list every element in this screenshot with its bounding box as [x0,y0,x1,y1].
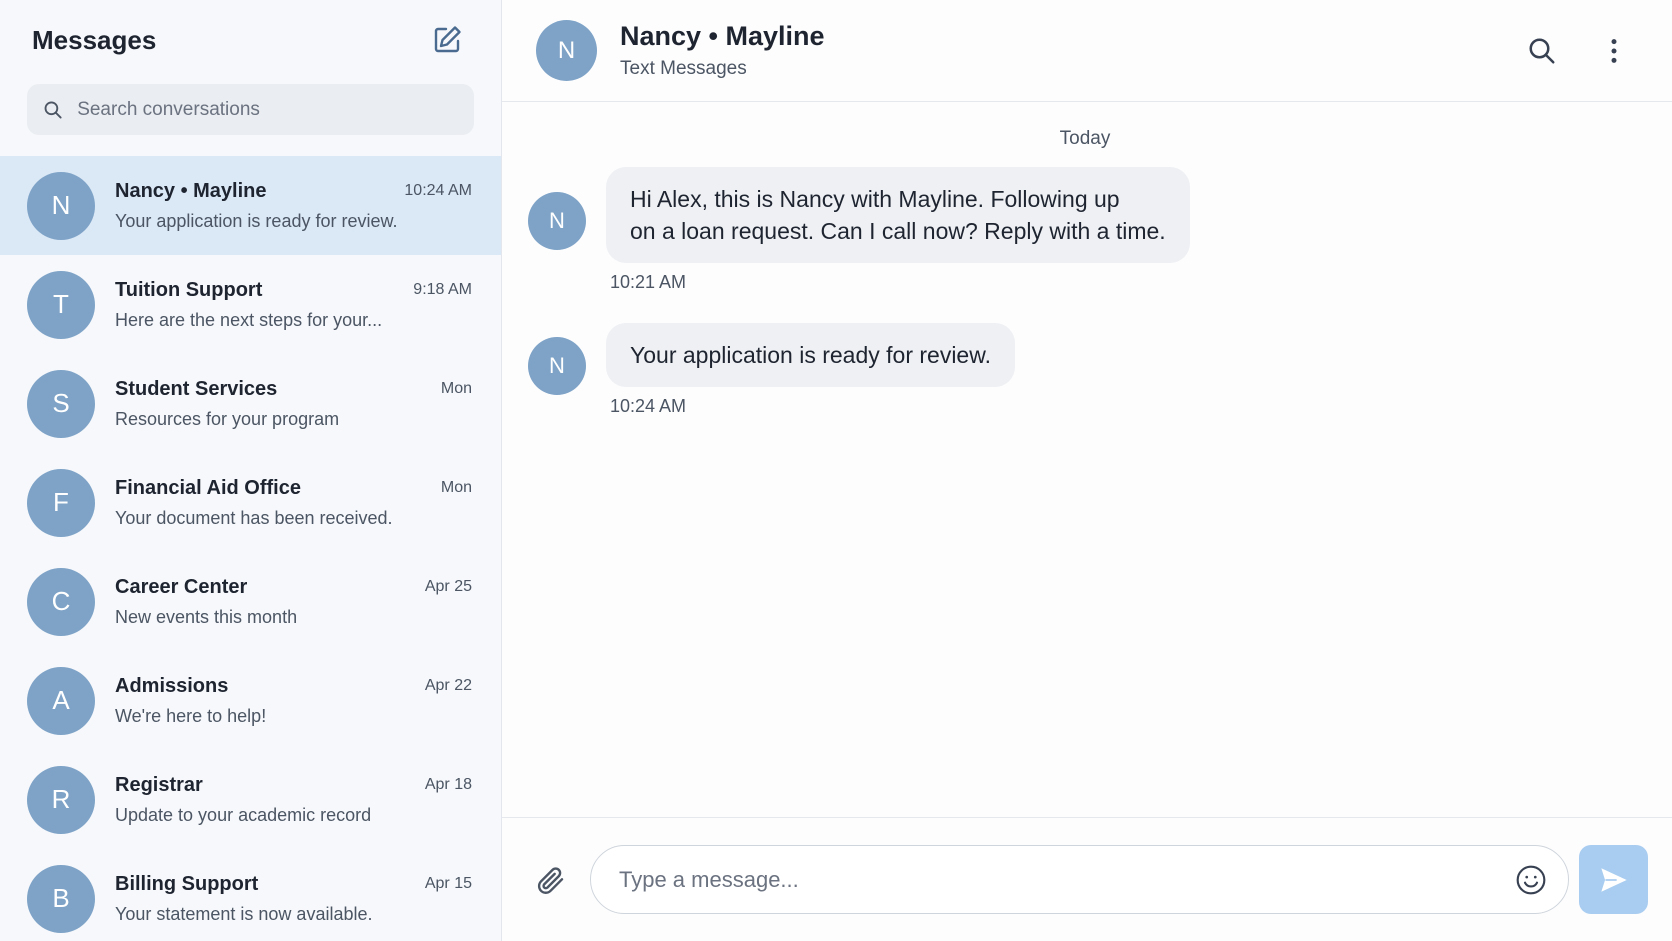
conversation-item-nancy-mayline[interactable]: N Nancy • Mayline 10:24 AM Your applicat… [0,156,501,255]
avatar: R [27,765,95,834]
avatar: T [27,270,95,339]
message-input-box[interactable] [590,845,1569,914]
conversation-body: Financial Aid Office Mon Your document h… [115,477,472,529]
conversation-snippet: We're here to help! [115,705,267,726]
conversation-body: Student Services Mon Resources for your … [115,378,472,430]
message-row: N Your application is ready for review. … [528,323,1642,417]
search-wrapper [0,80,501,156]
conversation-name: Billing Support [115,872,259,895]
search-icon [44,101,62,118]
conversation-item-financial-aid-office[interactable]: F Financial Aid Office Mon Your document… [0,453,501,552]
message-composer [502,817,1672,941]
avatar: B [27,864,95,933]
conversation-time: Mon [440,479,472,496]
conversation-body: Tuition Support 9:18 AM Here are the nex… [115,279,472,331]
conversation-item-admissions[interactable]: A Admissions Apr 22 We're here to help! [0,651,501,750]
messages-app: Messages N Nan [0,0,1672,941]
avatar: C [27,567,95,636]
message-avatar: N [528,337,586,395]
conversation-name: Career Center [115,575,248,598]
more-options-button[interactable] [1596,33,1632,69]
conversation-time: 9:18 AM [413,281,472,298]
message-time: 10:21 AM [610,272,687,292]
avatar: F [27,468,95,537]
chat-header: N Nancy • Mayline Text Messages [502,0,1672,102]
conversation-item-career-center[interactable]: C Career Center Apr 25 New events this m… [0,552,501,651]
conversation-snippet: Resources for your program [115,408,340,429]
conversation-snippet: Your statement is now available. [115,903,373,924]
conversation-body: Registrar Apr 18 Update to your academic… [115,774,472,826]
conversation-time: Apr 18 [424,776,472,793]
conversation-item-billing-support[interactable]: B Billing Support Apr 15 Your statement … [0,849,501,941]
sidebar-header: Messages [0,0,501,80]
paperclip-icon [537,866,564,894]
compose-icon [434,26,461,53]
search-box[interactable] [27,84,474,135]
day-separator: Today [1059,128,1111,149]
emoji-button[interactable] [1514,863,1548,897]
message-input[interactable] [619,866,1514,893]
avatar: N [27,171,95,240]
sidebar-title: Messages [32,24,157,55]
avatar: S [27,369,95,438]
conversation-name: Student Services [115,377,278,400]
conversation-body: Career Center Apr 25 New events this mon… [115,576,472,628]
search-input[interactable] [77,98,458,121]
conversation-time: Apr 22 [424,677,472,694]
send-button[interactable] [1579,845,1648,914]
message-time: 10:24 AM [610,396,687,416]
conversation-item-registrar[interactable]: R Registrar Apr 18 Update to your academ… [0,750,501,849]
message-text-line: Hi Alex, this is Nancy with Mayline. Fol… [630,186,1120,212]
chat-contact-subtitle: Text Messages [620,58,747,79]
compose-button[interactable] [429,22,465,58]
message-text-line: on a loan request. Can I call now? Reply… [630,218,1166,244]
conversation-list: N Nancy • Mayline 10:24 AM Your applicat… [0,156,501,941]
chat-header-actions [1524,33,1632,69]
message-thread: Today N Hi Alex, this is Nancy with Mayl… [502,102,1672,817]
search-icon [1529,38,1555,63]
conversation-body: Billing Support Apr 15 Your statement is… [115,873,472,925]
sidebar: Messages N Nan [0,0,502,941]
conversation-snippet: Here are the next steps for your... [115,309,383,330]
chat-header-avatar: N [536,20,597,81]
more-vertical-icon [1611,38,1617,63]
avatar: A [27,666,95,735]
message-text: Your application is ready for review. [630,342,991,368]
smiley-icon [1516,865,1546,894]
conversation-name: Tuition Support [115,278,263,301]
conversation-snippet: New events this month [115,606,298,627]
conversation-snippet: Your document has been received. [115,507,393,528]
message-bubble[interactable]: Your application is ready for review. [606,323,1015,387]
chat-header-text: Nancy • Mayline Text Messages [620,21,1524,80]
conversation-time: Mon [440,380,472,397]
conversation-name: Nancy • Mayline [115,179,267,202]
send-icon [1600,867,1627,892]
conversation-time: 10:24 AM [404,182,472,199]
chat-contact-name: Nancy • Mayline [620,21,825,51]
conversation-body: Nancy • Mayline 10:24 AM Your applicatio… [115,180,472,232]
conversation-name: Financial Aid Office [115,476,301,499]
conversation-item-student-services[interactable]: S Student Services Mon Resources for you… [0,354,501,453]
message-bubble[interactable]: Hi Alex, this is Nancy with Mayline. Fol… [606,167,1190,263]
chat-search-button[interactable] [1524,33,1560,69]
conversation-snippet: Update to your academic record [115,804,372,825]
conversation-time: Apr 25 [424,578,472,595]
message-row: N Hi Alex, this is Nancy with Mayline. F… [528,167,1642,293]
attach-button[interactable] [532,862,568,898]
conversation-item-tuition-support[interactable]: T Tuition Support 9:18 AM Here are the n… [0,255,501,354]
chat-panel: N Nancy • Mayline Text Messages Today N … [502,0,1672,941]
message-avatar: N [528,192,586,250]
conversation-snippet: Your application is ready for review. [115,210,398,231]
conversation-time: Apr 15 [424,875,472,892]
conversation-name: Admissions [115,674,229,697]
conversation-name: Registrar [115,773,203,796]
conversation-body: Admissions Apr 22 We're here to help! [115,675,472,727]
